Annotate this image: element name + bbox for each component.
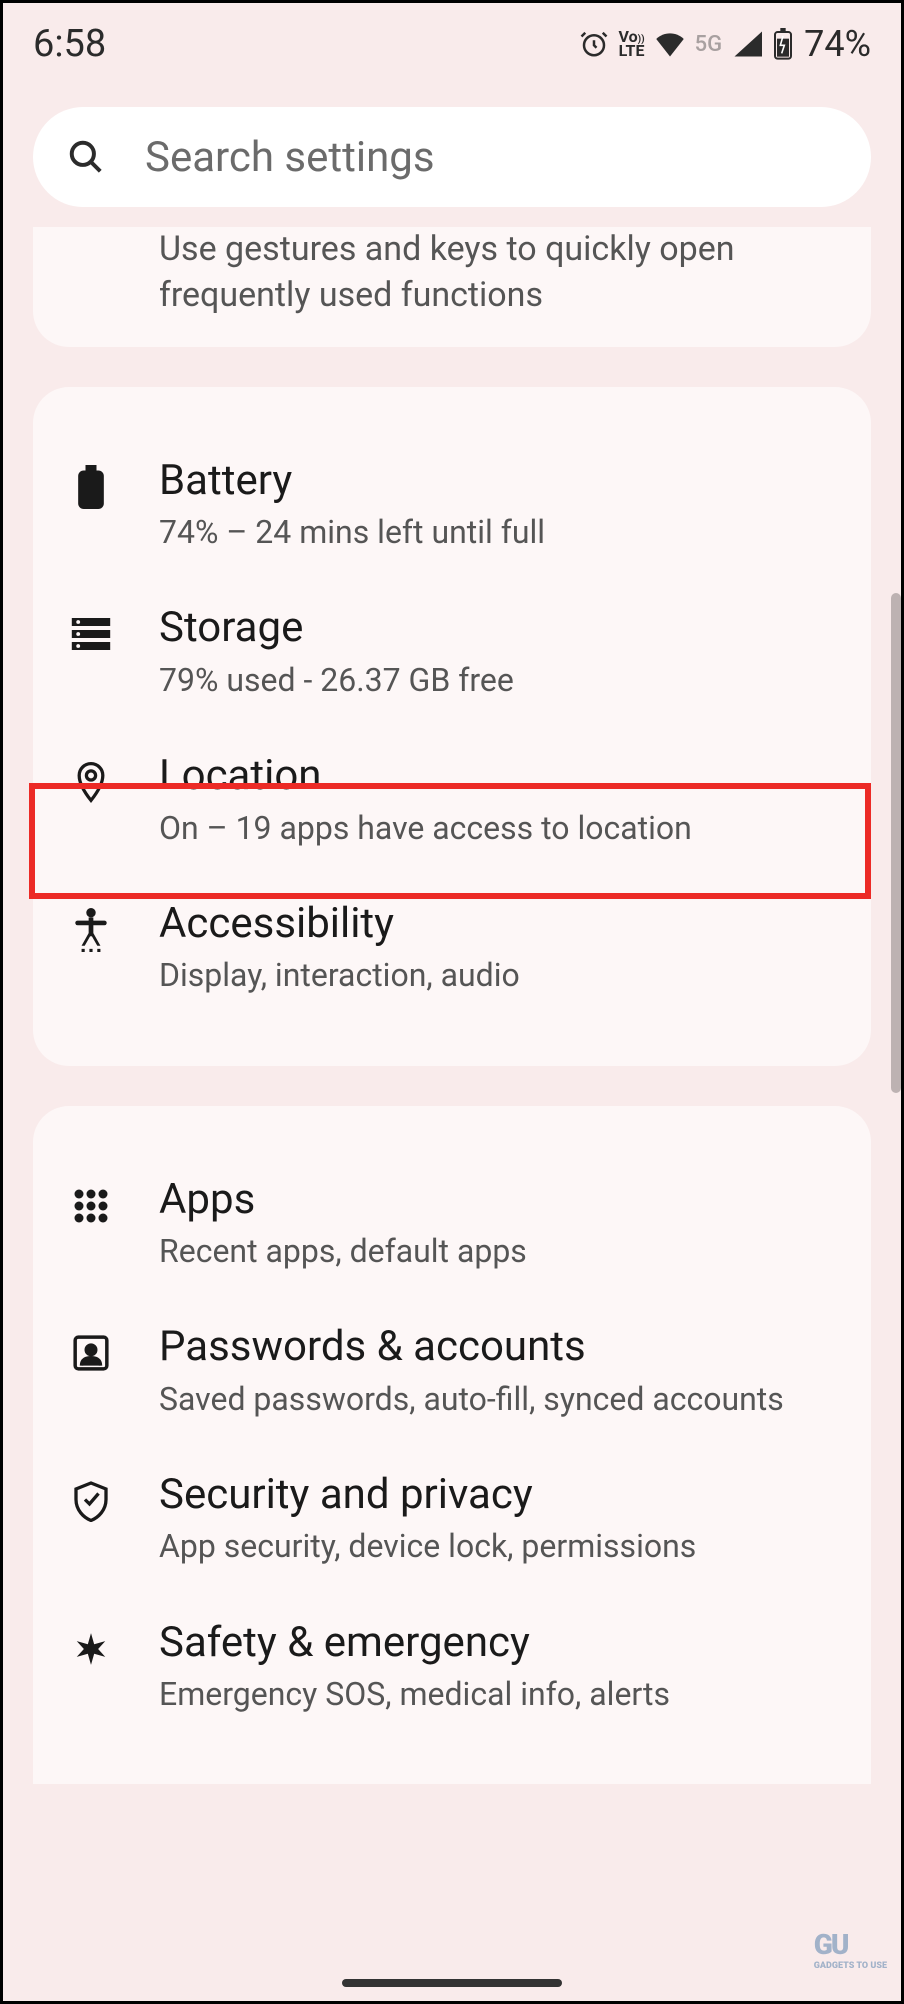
alarm-icon	[579, 29, 609, 59]
item-title: Security and privacy	[159, 1469, 835, 1522]
item-subtitle: Saved passwords, auto-fill, synced accou…	[159, 1378, 835, 1421]
settings-item-security[interactable]: Security and privacy App security, devic…	[33, 1445, 871, 1593]
settings-item-storage[interactable]: Storage 79% used - 26.37 GB free	[33, 578, 871, 726]
item-subtitle: Display, interaction, audio	[159, 954, 835, 997]
status-time: 6:58	[33, 22, 106, 66]
item-subtitle: 74% – 24 mins left until full	[159, 511, 835, 554]
scrollbar[interactable]	[891, 593, 901, 1093]
item-title: Apps	[159, 1174, 835, 1227]
search-icon	[67, 138, 105, 176]
signal-icon	[732, 31, 762, 57]
item-subtitle: App security, device lock, permissions	[159, 1525, 835, 1568]
volte-icon: Vo))LTE	[619, 30, 645, 59]
battery-charging-icon	[772, 28, 794, 60]
search-placeholder: Search settings	[145, 133, 435, 182]
item-subtitle: Recent apps, default apps	[159, 1230, 835, 1273]
item-title: Safety & emergency	[159, 1617, 835, 1670]
item-subtitle: Use gestures and keys to quickly open fr…	[159, 227, 835, 319]
settings-item-passwords[interactable]: Passwords & accounts Saved passwords, au…	[33, 1297, 871, 1445]
home-indicator[interactable]	[342, 1979, 562, 1987]
settings-item-safety[interactable]: Safety & emergency Emergency SOS, medica…	[33, 1593, 871, 1741]
shield-check-icon	[69, 1477, 113, 1525]
settings-item-battery[interactable]: Battery 74% – 24 mins left until full	[33, 431, 871, 579]
item-subtitle: On – 19 apps have access to location	[159, 807, 835, 850]
item-subtitle: 79% used - 26.37 GB free	[159, 659, 835, 702]
location-icon	[69, 758, 113, 806]
item-title: Battery	[159, 455, 835, 508]
wifi-icon	[655, 31, 685, 57]
item-title: Accessibility	[159, 898, 835, 951]
settings-card-apps: Apps Recent apps, default apps Passwords…	[33, 1106, 871, 1785]
account-box-icon	[69, 1329, 113, 1377]
gesture-icon	[69, 227, 113, 263]
settings-item-apps[interactable]: Apps Recent apps, default apps	[33, 1150, 871, 1298]
emergency-icon	[69, 1625, 113, 1673]
settings-item-accessibility[interactable]: Accessibility Display, interaction, audi…	[33, 874, 871, 1022]
accessibility-icon	[69, 906, 113, 954]
item-title: Location	[159, 750, 835, 803]
network-type: 5G	[695, 32, 723, 57]
search-bar[interactable]: Search settings	[33, 107, 871, 207]
apps-icon	[69, 1182, 113, 1230]
settings-item-gestures[interactable]: Use gestures and keys to quickly open fr…	[69, 227, 835, 319]
item-title: Storage	[159, 602, 835, 655]
item-subtitle: Emergency SOS, medical info, alerts	[159, 1673, 835, 1716]
watermark: GUGADGETS TO USE	[814, 1928, 887, 1971]
item-title: Passwords & accounts	[159, 1321, 835, 1374]
status-icons: Vo))LTE 5G 74%	[579, 23, 872, 65]
settings-card-clipped: Use gestures and keys to quickly open fr…	[33, 227, 871, 347]
battery-percent: 74%	[804, 23, 871, 65]
battery-icon	[69, 463, 113, 511]
settings-card-system: Battery 74% – 24 mins left until full St…	[33, 387, 871, 1066]
settings-item-location[interactable]: Location On – 19 apps have access to loc…	[33, 726, 871, 874]
status-bar: 6:58 Vo))LTE 5G 74%	[3, 3, 901, 75]
storage-icon	[69, 610, 113, 658]
